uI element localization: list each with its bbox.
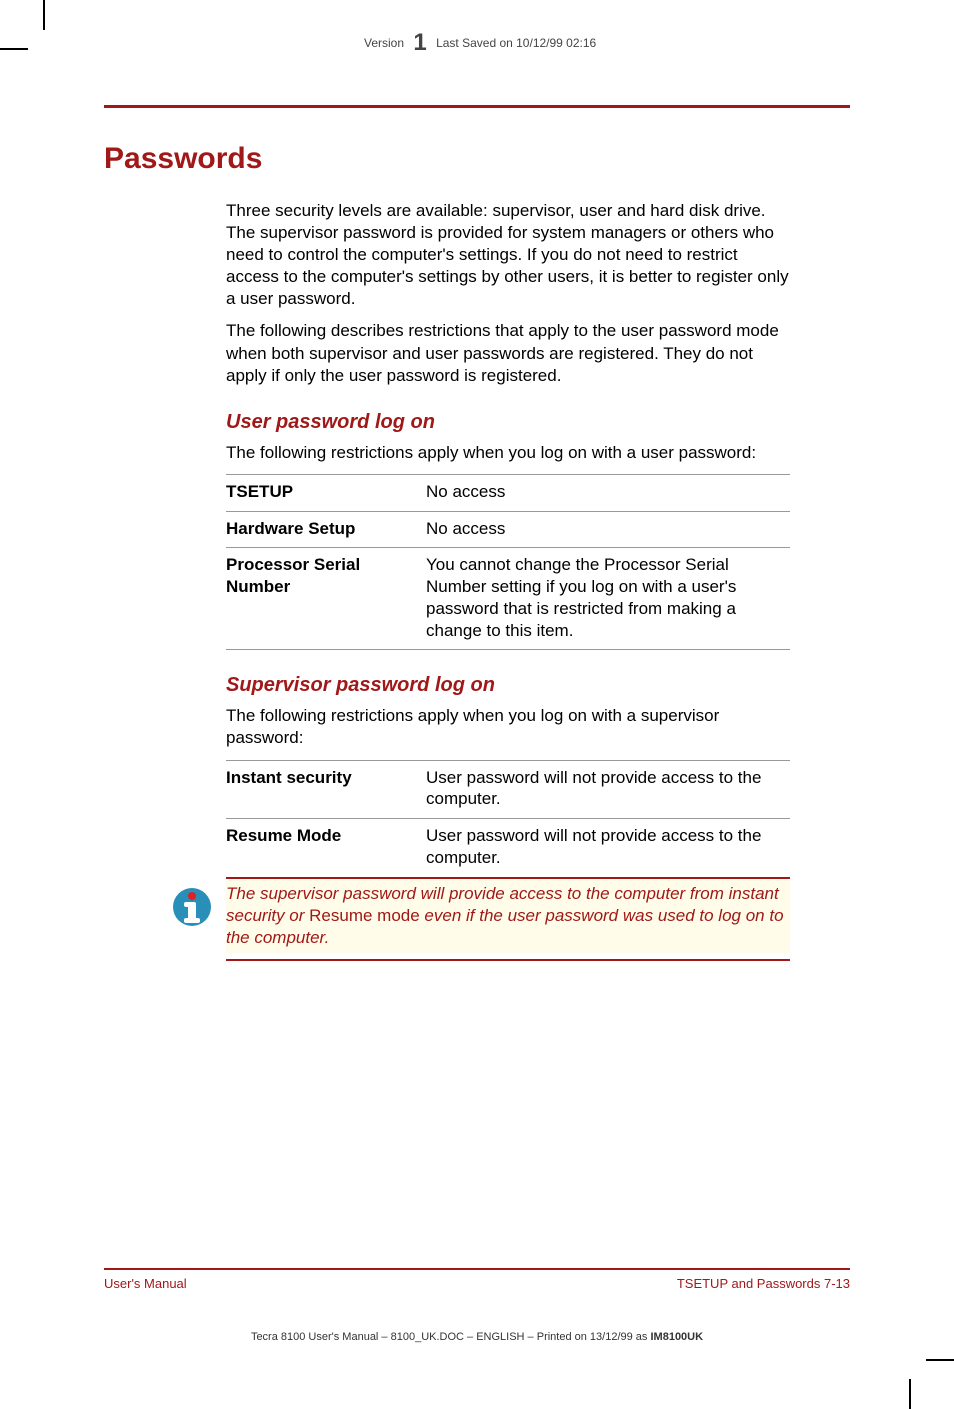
- term-processor-serial: Processor Serial Number: [226, 548, 426, 650]
- desc: No access: [426, 474, 790, 511]
- crop-mark: [0, 48, 28, 50]
- version-label: Version: [364, 36, 404, 50]
- page: Version 1 Last Saved on 10/12/99 02:16 P…: [44, 17, 910, 1361]
- print-prefix: Tecra 8100 User's Manual – 8100_UK.DOC –…: [251, 1331, 651, 1343]
- last-saved: Last Saved on 10/12/99 02:16: [436, 36, 596, 50]
- intro-paragraph-2: The following describes restrictions tha…: [226, 320, 790, 386]
- term-hardware-setup: Hardware Setup: [226, 511, 426, 548]
- desc: No access: [426, 511, 790, 548]
- footer: User's Manual TSETUP and Passwords 7-13: [104, 1268, 850, 1291]
- footer-right: TSETUP and Passwords 7-13: [677, 1276, 850, 1291]
- user-password-intro: The following restrictions apply when yo…: [226, 442, 790, 464]
- note-text: The supervisor password will provide acc…: [226, 879, 790, 953]
- table-row: Hardware Setup No access: [226, 511, 790, 548]
- header-meta: Version 1 Last Saved on 10/12/99 02:16: [104, 29, 850, 57]
- note-roman: Resume mode: [309, 906, 420, 925]
- version-number: 1: [407, 29, 432, 56]
- print-line: Tecra 8100 User's Manual – 8100_UK.DOC –…: [44, 1331, 910, 1343]
- supervisor-password-intro: The following restrictions apply when yo…: [226, 705, 790, 749]
- crop-mark: [926, 1359, 954, 1361]
- content: Passwords Three security levels are avai…: [104, 142, 850, 961]
- print-code: IM8100UK: [650, 1331, 703, 1343]
- page-title: Passwords: [104, 142, 790, 176]
- term-instant-security: Instant security: [226, 760, 426, 819]
- desc: User password will not provide access to…: [426, 819, 790, 878]
- footer-left: User's Manual: [104, 1276, 187, 1291]
- intro-paragraph-1: Three security levels are available: sup…: [226, 200, 790, 310]
- crop-mark: [909, 1379, 911, 1409]
- supervisor-password-table: Instant security User password will not …: [226, 760, 790, 879]
- supervisor-password-heading: Supervisor password log on: [226, 674, 790, 697]
- table-row: Resume Mode User password will not provi…: [226, 819, 790, 878]
- term-resume-mode: Resume Mode: [226, 819, 426, 878]
- note-block: The supervisor password will provide acc…: [226, 879, 790, 961]
- info-icon: [170, 879, 226, 934]
- desc: You cannot change the Processor Serial N…: [426, 548, 790, 650]
- user-password-heading: User password log on: [226, 411, 790, 434]
- table-row: Instant security User password will not …: [226, 760, 790, 819]
- desc: User password will not provide access to…: [426, 760, 790, 819]
- term-tsetup: TSETUP: [226, 474, 426, 511]
- header-rule: [104, 105, 850, 108]
- table-row: TSETUP No access: [226, 474, 790, 511]
- user-password-table: TSETUP No access Hardware Setup No acces…: [226, 474, 790, 651]
- table-row: Processor Serial Number You cannot chang…: [226, 548, 790, 650]
